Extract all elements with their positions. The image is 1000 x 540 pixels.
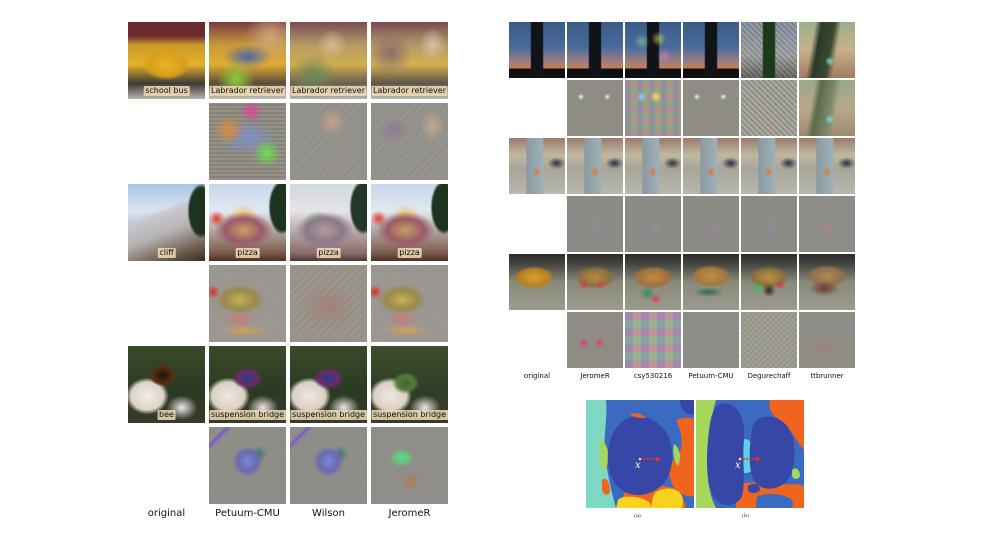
perturbation-tile [371, 265, 448, 342]
point-label-a: x [635, 460, 641, 471]
column-label: Petuum-CMU [215, 508, 280, 519]
perturbation-tile [625, 196, 681, 252]
perturbation-tile [799, 312, 855, 368]
column-label: Wilson [312, 508, 345, 519]
image-tile: Labrador retriever [290, 22, 367, 99]
sublabel-b: (b) [742, 513, 750, 519]
region-dark-blue-right [749, 416, 795, 489]
perturbation-tile [209, 427, 286, 504]
image-tile [509, 254, 565, 310]
class-label-chip: suspension bridge [290, 410, 367, 420]
image-tile: suspension bridge [209, 346, 286, 423]
region-dark-blue-left [706, 403, 745, 505]
perturbation-tile [625, 312, 681, 368]
perturbation-tile [290, 103, 367, 180]
image-tile [567, 22, 623, 78]
region-panel-a: x [586, 400, 694, 508]
image-tile [625, 138, 681, 194]
perturbation-tile [799, 196, 855, 252]
column-label: Petuum-CMU [688, 372, 734, 380]
perturbation-tile [741, 312, 797, 368]
image-tile [741, 138, 797, 194]
column-label: Degurechaff [747, 372, 791, 380]
image-tile: pizza [209, 184, 286, 261]
image-tile [567, 254, 623, 310]
perturbation-tile [625, 80, 681, 136]
column-label: original [147, 508, 186, 519]
image-tile [683, 254, 739, 310]
perturbation-tile [683, 196, 739, 252]
perturbation-tile [209, 103, 286, 180]
image-tile: pizza [371, 184, 448, 261]
perturbation-tile [741, 196, 797, 252]
image-tile: school bus [128, 22, 205, 99]
column-label: csy530216 [633, 372, 673, 380]
image-tile [799, 254, 855, 310]
perturbation-tile [683, 80, 739, 136]
class-label-chip: pizza [397, 248, 422, 258]
region-dark-blue-main [607, 416, 673, 496]
perturbation-tile [683, 312, 739, 368]
image-tile: pizza [290, 184, 367, 261]
class-label-chip: pizza [235, 248, 260, 258]
column-label: original [523, 372, 551, 380]
perturbation-tile [371, 103, 448, 180]
class-label-chip: Labrador retriever [209, 86, 286, 96]
sublabel-a: (a) [634, 513, 641, 519]
image-tile [799, 138, 855, 194]
perturbation-tile [567, 80, 623, 136]
point-label-b: x [735, 460, 741, 471]
perturbation-tile [567, 312, 623, 368]
perturbation-tile [741, 80, 797, 136]
class-label-chip: school bus [143, 86, 190, 96]
image-tile: bee [128, 346, 205, 423]
image-tile: cliff [128, 184, 205, 261]
class-label-chip: bee [157, 410, 176, 420]
column-label: JeromeR [580, 372, 610, 380]
image-tile [741, 254, 797, 310]
region-map-b [696, 400, 804, 508]
class-label-chip: suspension bridge [209, 410, 286, 420]
image-tile: Labrador retriever [371, 22, 448, 99]
class-label-chip: pizza [316, 248, 341, 258]
image-tile [509, 138, 565, 194]
class-label-chip: Labrador retriever [290, 86, 367, 96]
image-tile [683, 22, 739, 78]
class-label-chip: cliff [157, 248, 176, 258]
perturbation-tile [567, 196, 623, 252]
image-tile [567, 138, 623, 194]
column-label: ttbrunner [810, 372, 844, 380]
image-tile: suspension bridge [290, 346, 367, 423]
image-tile [683, 138, 739, 194]
region-map-a [586, 400, 694, 508]
image-tile [799, 22, 855, 78]
image-tile: suspension bridge [371, 346, 448, 423]
image-tile: Labrador retriever [209, 22, 286, 99]
perturbation-tile [290, 265, 367, 342]
class-label-chip: suspension bridge [371, 410, 448, 420]
perturbation-tile [209, 265, 286, 342]
image-tile [509, 22, 565, 78]
perturbation-tile [371, 427, 448, 504]
decision-region-diagrams: x (a) x (b) [586, 400, 818, 522]
column-label: JeromeR [388, 508, 431, 519]
image-tile [625, 22, 681, 78]
image-tile [625, 254, 681, 310]
class-label-chip: Labrador retriever [371, 86, 448, 96]
perturbation-tile [799, 80, 855, 136]
region-panel-b: x [696, 400, 804, 508]
perturbation-tile [290, 427, 367, 504]
image-tile [741, 22, 797, 78]
